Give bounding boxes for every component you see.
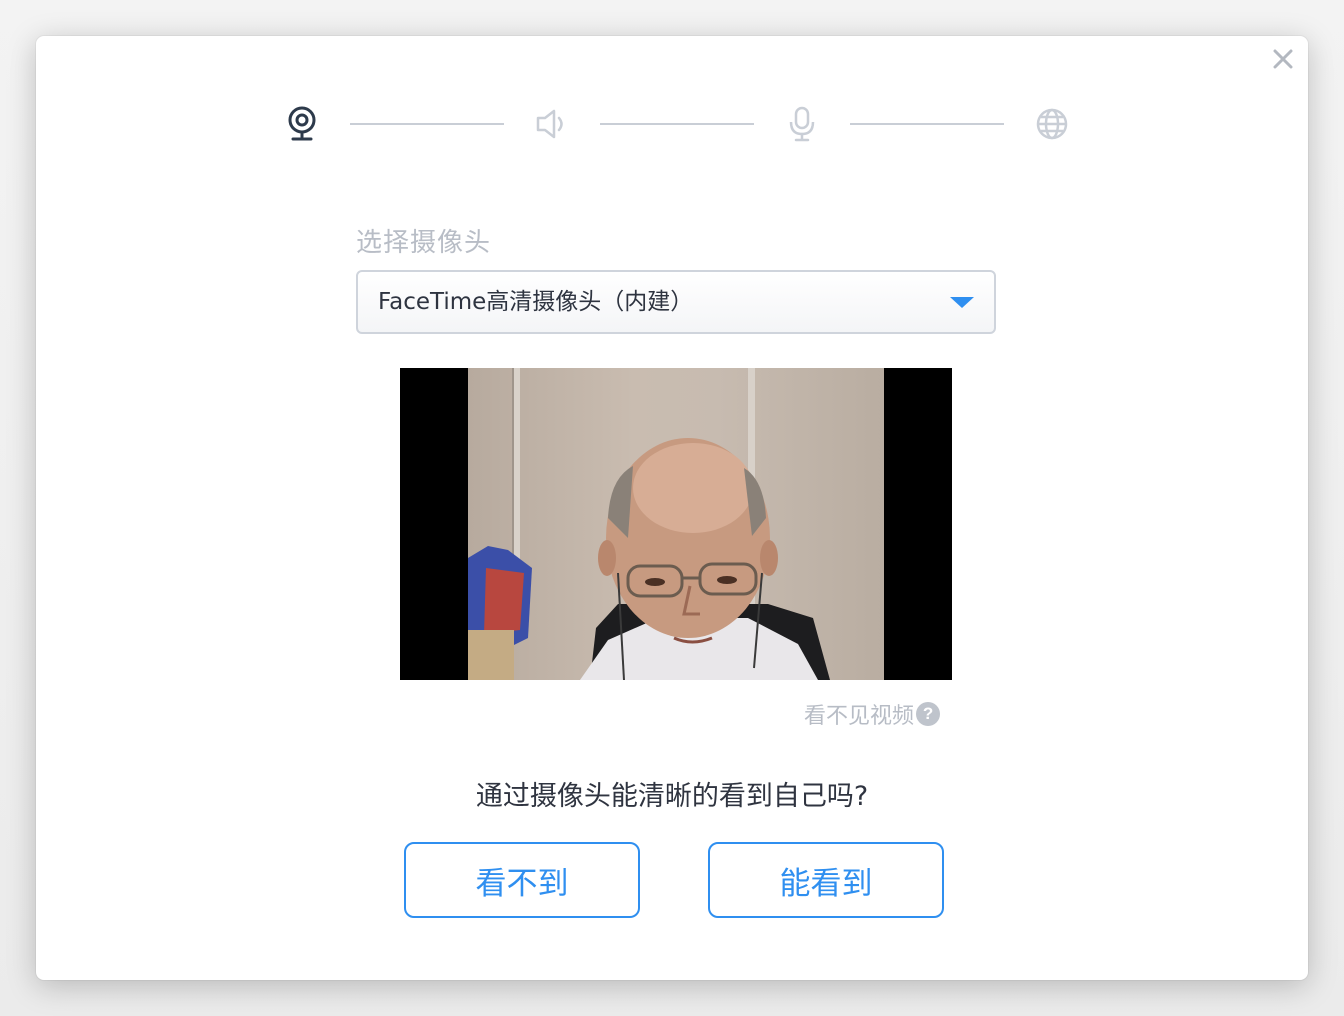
can-see-button[interactable]: 能看到: [708, 842, 944, 918]
step-camera[interactable]: [282, 104, 322, 144]
step-speaker[interactable]: [532, 104, 572, 144]
question-mark-icon: ?: [916, 702, 941, 726]
camera-feed-image: [468, 368, 830, 680]
step-microphone[interactable]: [782, 104, 822, 144]
device-test-dialog: 选择摄像头 FaceTime高清摄像头（内建） 看不见视频 ? 通过摄像头能清晰…: [36, 36, 1308, 980]
help-link-text: 看不见视频: [804, 704, 915, 729]
globe-icon: [1036, 108, 1068, 140]
speaker-icon: [536, 109, 563, 139]
camera-preview-frame: [468, 368, 884, 680]
camera-preview: [400, 368, 952, 680]
camera-select[interactable]: FaceTime高清摄像头（内建）: [356, 270, 996, 334]
step-connector: [600, 123, 754, 125]
close-button[interactable]: [1270, 46, 1296, 72]
camera-select-label: 选择摄像头: [356, 228, 492, 258]
webcam-icon: [288, 106, 316, 141]
setup-steps: [282, 104, 1072, 144]
cannot-see-video-help[interactable]: 看不见视频 ?: [804, 698, 941, 730]
microphone-icon: [789, 106, 815, 142]
chevron-down-icon: [950, 297, 974, 308]
camera-check-question: 通过摄像头能清晰的看到自己吗?: [475, 781, 869, 812]
step-network[interactable]: [1032, 104, 1072, 144]
camera-select-value: FaceTime高清摄像头（内建）: [378, 289, 694, 315]
cannot-see-button[interactable]: 看不到: [404, 842, 640, 918]
close-icon: [1273, 49, 1293, 69]
step-connector: [850, 123, 1004, 125]
step-connector: [350, 123, 504, 125]
